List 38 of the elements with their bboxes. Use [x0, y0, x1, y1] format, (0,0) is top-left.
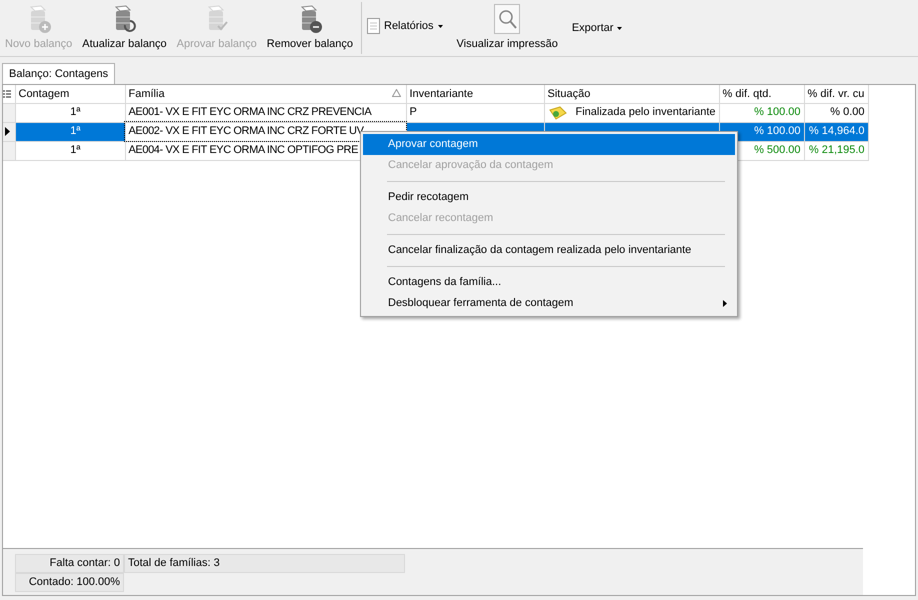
column-header[interactable]: Contagem [15, 85, 125, 103]
table-cell: AE001- VX E FIT EYC ORMA INC CRZ PREVENCIA [125, 103, 406, 122]
status-pane: Contado: 100.00% [15, 573, 124, 592]
table-cell: 1ª [15, 141, 125, 160]
table-cell: % 100.00 [719, 103, 804, 122]
column-header[interactable]: % dif. qtd. [719, 85, 804, 103]
menu-item[interactable]: Pedir recotagem [363, 187, 735, 208]
toolbar-button[interactable]: Atualizar balanço [77, 0, 172, 56]
export-dropdown[interactable]: Exportar [572, 20, 622, 36]
caret-icon [617, 26, 622, 30]
caret-icon [438, 24, 443, 28]
column-header[interactable]: % dif. vr. cu [804, 85, 868, 103]
magnifier-icon [494, 4, 520, 34]
table-cell: P [406, 103, 544, 122]
table-cell: % 14,964.0 [804, 122, 868, 141]
tab[interactable]: Balanço: Contagens [2, 63, 116, 84]
table-cell: 1ª [15, 103, 125, 122]
table-cell: 1ª [15, 122, 125, 141]
toolbar-button[interactable]: Remover balanço [262, 0, 358, 56]
reports-dropdown[interactable]: Relatórios [367, 18, 443, 34]
column-header-label: Família [128, 86, 165, 102]
column-header[interactable]: Família [128, 86, 402, 102]
document-icon [367, 18, 380, 34]
column-header[interactable]: Situação [544, 85, 720, 103]
menu-item[interactable]: Contagens da família... [363, 272, 735, 293]
table-cell: % 21,195.0 [804, 141, 868, 160]
status-pane: Falta contar: 0 [15, 554, 124, 573]
status-pane: Total de famílias: 3 [124, 554, 405, 573]
print-preview-button[interactable]: Visualizar impressão [442, 0, 572, 56]
column-chooser-icon[interactable] [3, 85, 15, 103]
menu-item[interactable]: Aprovar contagem [363, 134, 735, 155]
table-cell-text: Finalizada pelo inventariante [576, 105, 716, 120]
table-cell: % 0.00 [804, 103, 868, 122]
status-folder-icon [548, 106, 568, 120]
column-header[interactable]: Inventariante [406, 85, 544, 103]
menu-item[interactable]: Desbloquear ferramenta de contagem [363, 293, 735, 314]
sort-icon [392, 88, 400, 96]
menu-item[interactable]: Cancelar finalização da contagem realizada pelo inventariante [363, 240, 735, 261]
